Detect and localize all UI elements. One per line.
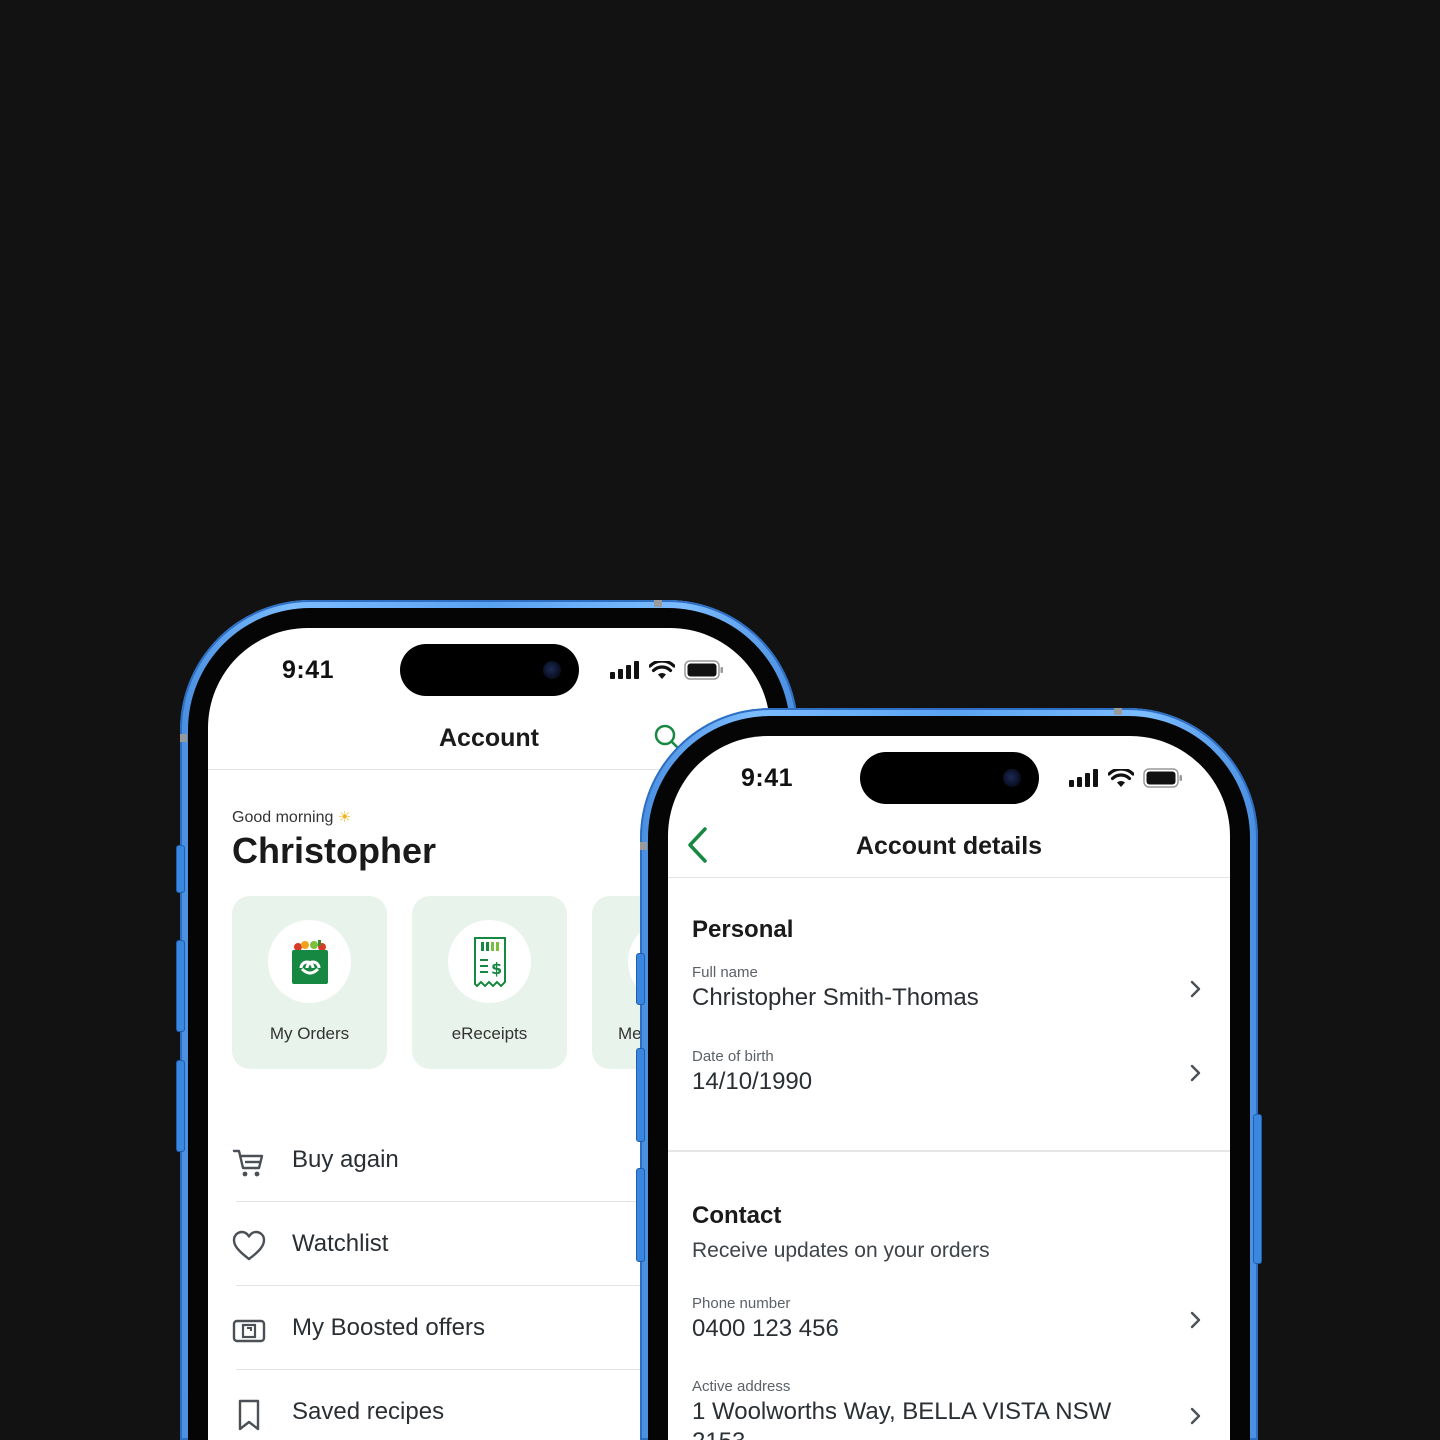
field-value: 14/10/1990	[692, 1068, 813, 1095]
menu-item-label: Saved recipes	[292, 1398, 445, 1425]
shopping-bag-icon	[291, 939, 328, 984]
user-name: Christopher	[232, 830, 437, 871]
status-time: 9:41	[282, 656, 335, 684]
chevron-right-icon	[1190, 980, 1201, 998]
section-title-contact: Contact	[692, 1202, 782, 1229]
field-full-name[interactable]: Full name Christopher Smith-Thomas	[692, 964, 1206, 1034]
tile-my-orders[interactable]: My Orders	[232, 896, 387, 1069]
field-value-line2: 2153	[692, 1428, 745, 1440]
tile-ereceipts[interactable]: $ eReceipts	[412, 896, 567, 1069]
greeting-text: Good morning	[232, 809, 334, 826]
action-button	[636, 953, 645, 1005]
field-phone-number[interactable]: Phone number 0400 123 456	[692, 1295, 1206, 1365]
menu-item-label: Buy again	[292, 1146, 399, 1173]
power-button	[1253, 1114, 1262, 1264]
field-date-of-birth[interactable]: Date of birth 14/10/1990	[692, 1048, 1206, 1118]
field-label: Active address	[692, 1378, 791, 1395]
receipt-icon: $	[473, 936, 506, 987]
chevron-right-icon	[1190, 1064, 1201, 1082]
camera-icon	[543, 661, 561, 679]
ticket-icon	[232, 1319, 266, 1343]
phone-account-details: 9:41 Account details Personal Full name …	[636, 708, 1262, 1440]
chevron-right-icon	[1190, 1311, 1201, 1329]
nav-divider	[668, 877, 1230, 878]
section-title-personal: Personal	[692, 916, 794, 943]
volume-down-button	[176, 1060, 185, 1152]
bookmark-icon	[238, 1399, 260, 1431]
battery-icon	[1143, 768, 1182, 788]
wifi-icon	[1108, 768, 1134, 787]
field-label: Date of birth	[692, 1048, 774, 1065]
tile-icon-circle	[268, 920, 351, 1003]
field-label: Full name	[692, 964, 758, 981]
volume-down-button	[636, 1168, 645, 1262]
camera-icon	[1003, 769, 1021, 787]
menu-item-label: My Boosted offers	[292, 1314, 485, 1341]
volume-up-button	[176, 940, 185, 1032]
field-label: Phone number	[692, 1295, 791, 1312]
menu-item-label: Watchlist	[292, 1230, 389, 1257]
tile-icon-circle: $	[448, 920, 531, 1003]
chevron-right-icon	[1190, 1407, 1201, 1425]
signal-icon	[1069, 769, 1098, 787]
field-value: 1 Woolworths Way, BELLA VISTA NSW	[692, 1398, 1112, 1425]
cart-icon	[232, 1149, 264, 1177]
field-active-address[interactable]: Active address 1 Woolworths Way, BELLA V…	[692, 1378, 1206, 1440]
sun-icon: ☀	[337, 809, 352, 826]
status-icons	[1069, 768, 1183, 788]
greeting: Good morning ☀	[232, 808, 351, 827]
volume-up-button	[636, 1048, 645, 1142]
dynamic-island	[860, 752, 1039, 804]
section-subtitle-contact: Receive updates on your orders	[692, 1239, 990, 1262]
tile-label: My Orders	[269, 1024, 350, 1043]
svg-text:$: $	[491, 959, 502, 978]
section-divider	[668, 1150, 1230, 1152]
field-value: 0400 123 456	[692, 1315, 839, 1342]
page-title: Account details	[855, 832, 1043, 860]
heart-icon	[232, 1230, 266, 1261]
field-value: Christopher Smith-Thomas	[692, 984, 979, 1011]
signal-icon	[610, 661, 639, 679]
status-icons	[610, 660, 724, 680]
status-time: 9:41	[741, 764, 794, 792]
wifi-icon	[649, 660, 675, 679]
battery-icon	[684, 660, 723, 680]
dynamic-island	[400, 644, 579, 696]
account-details-screen: 9:41 Account details Personal Full name …	[668, 736, 1230, 1440]
action-button	[176, 845, 185, 893]
tile-label: eReceipts	[451, 1024, 528, 1043]
